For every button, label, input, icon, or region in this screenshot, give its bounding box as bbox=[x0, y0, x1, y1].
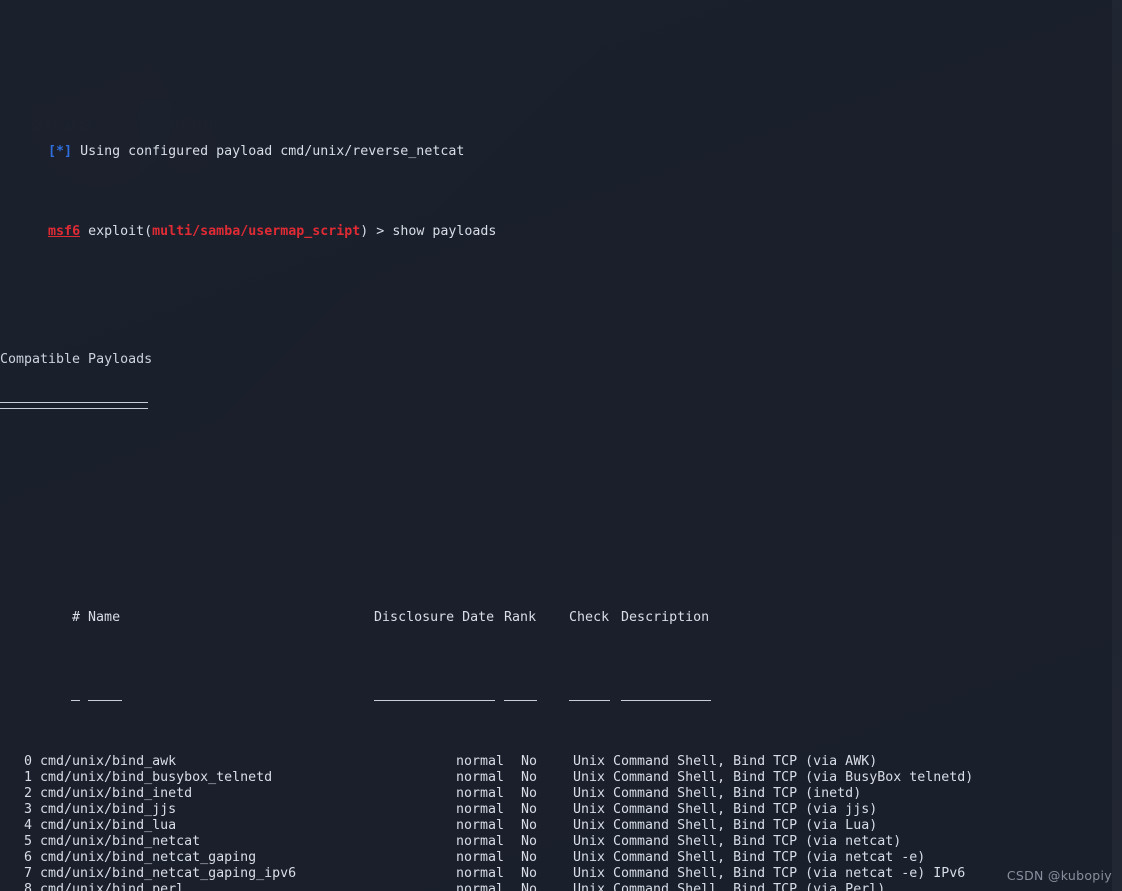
row-desc: Unix Command Shell, Bind TCP (via netcat… bbox=[573, 850, 926, 865]
row-num: 0 bbox=[23, 754, 32, 769]
row-num: 7 bbox=[23, 866, 32, 881]
prompt-exploit-open: exploit( bbox=[80, 224, 153, 239]
table-row[interactable]: 1 cmd/unix/bind_busybox_telnetd normal No Un… bbox=[0, 770, 1112, 786]
row-num: 3 bbox=[23, 802, 32, 817]
prompt-close: ) > bbox=[360, 224, 393, 239]
row-check: No bbox=[521, 786, 538, 801]
header-check: Check bbox=[569, 610, 610, 625]
prompt-user: msf6 bbox=[48, 224, 81, 239]
row-rank: normal bbox=[456, 770, 505, 785]
separator-check bbox=[569, 690, 611, 701]
row-check: No bbox=[521, 754, 538, 769]
status-text: Using configured payload cmd/unix/revers… bbox=[72, 144, 465, 159]
separator-rank bbox=[504, 690, 538, 701]
table-row[interactable]: 2 cmd/unix/bind_inetd normal No Unix Command… bbox=[0, 786, 1112, 802]
payload-table: 0 cmd/unix/bind_awk normal No Unix Command S… bbox=[0, 754, 1112, 891]
row-check: No bbox=[521, 770, 538, 785]
separator-name bbox=[88, 690, 123, 701]
separator-disclosure-date bbox=[374, 690, 496, 701]
row-rank: normal bbox=[456, 850, 505, 865]
row-name: cmd/unix/bind_netcat_gaping bbox=[40, 850, 257, 865]
row-name: cmd/unix/bind_netcat bbox=[40, 834, 201, 849]
table-row[interactable]: 0 cmd/unix/bind_awk normal No Unix Command S… bbox=[0, 754, 1112, 770]
row-rank: normal bbox=[456, 866, 505, 881]
row-check: No bbox=[521, 834, 538, 849]
header-disclosure-date: Disclosure Date bbox=[374, 610, 495, 625]
row-desc: Unix Command Shell, Bind TCP (via netcat… bbox=[573, 866, 966, 881]
status-line: [*] Using configured payload cmd/unix/re… bbox=[0, 128, 1112, 159]
status-marker-icon: [*] bbox=[48, 144, 73, 159]
row-desc: Unix Command Shell, Bind TCP (via AWK) bbox=[573, 754, 878, 769]
table-row[interactable]: 4 cmd/unix/bind_lua normal No Unix Command S… bbox=[0, 818, 1112, 834]
header-num: # bbox=[72, 610, 81, 625]
row-rank: normal bbox=[456, 882, 505, 891]
row-name: cmd/unix/bind_lua bbox=[40, 818, 177, 833]
terminal-output: msf6 exploit(multi/samba/usermap_script)… bbox=[0, 0, 1112, 891]
row-desc: Unix Command Shell, Bind TCP (via BusyBo… bbox=[573, 770, 974, 785]
row-name: cmd/unix/bind_awk bbox=[40, 754, 177, 769]
row-rank: normal bbox=[456, 802, 505, 817]
row-name: cmd/unix/bind_jjs bbox=[40, 802, 177, 817]
table-header-row: # Name Disclosure Date Rank Check Description bbox=[0, 594, 1112, 625]
row-name: cmd/unix/bind_netcat_gaping_ipv6 bbox=[40, 866, 297, 881]
watermark: CSDN @kubopiy bbox=[1006, 868, 1112, 883]
prompt-module-name: multi/samba/usermap_script bbox=[152, 224, 361, 239]
row-check: No bbox=[521, 818, 538, 833]
row-name: cmd/unix/bind_busybox_telnetd bbox=[40, 770, 273, 785]
header-name: Name bbox=[88, 610, 121, 625]
table-row[interactable]: 7 cmd/unix/bind_netcat_gaping_ipv6 normal N… bbox=[0, 866, 1112, 882]
row-desc: Unix Command Shell, Bind TCP (via jjs) bbox=[573, 802, 878, 817]
row-rank: normal bbox=[456, 754, 505, 769]
scrollback-partial-line: msf6 exploit(multi/samba/usermap_script)… bbox=[0, 56, 1112, 64]
header-description: Description bbox=[621, 610, 710, 625]
table-row[interactable]: 3 cmd/unix/bind_jjs normal No Unix Command S… bbox=[0, 802, 1112, 818]
row-num: 5 bbox=[23, 834, 32, 849]
row-num: 2 bbox=[23, 786, 32, 801]
separator-description bbox=[621, 690, 712, 701]
row-check: No bbox=[521, 866, 538, 881]
row-check: No bbox=[521, 802, 538, 817]
row-num: 1 bbox=[23, 770, 32, 785]
row-rank: normal bbox=[456, 834, 505, 849]
separator-num bbox=[71, 690, 81, 701]
row-num: 6 bbox=[23, 850, 32, 865]
row-desc: Unix Command Shell, Bind TCP (via netcat… bbox=[573, 834, 902, 849]
table-row[interactable]: 5 cmd/unix/bind_netcat normal No Unix Comman… bbox=[0, 834, 1112, 850]
row-name: cmd/unix/bind_inetd bbox=[40, 786, 193, 801]
row-desc: Unix Command Shell, Bind TCP (via Lua) bbox=[573, 818, 878, 833]
header-rank: Rank bbox=[504, 610, 537, 625]
section-title: Compatible Payloads bbox=[0, 352, 153, 367]
row-name: cmd/unix/bind_perl bbox=[40, 882, 185, 891]
table-header-separator-row bbox=[0, 674, 1112, 701]
row-num: 4 bbox=[23, 818, 32, 833]
row-check: No bbox=[521, 882, 538, 891]
command-show-payloads: show payloads bbox=[392, 224, 497, 239]
row-check: No bbox=[521, 850, 538, 865]
section-title-rule bbox=[0, 402, 1112, 418]
prompt-line-show-payloads: msf6 exploit(multi/samba/usermap_script)… bbox=[0, 208, 1112, 239]
row-num: 8 bbox=[23, 882, 32, 891]
table-row[interactable]: 8 cmd/unix/bind_perl normal No Unix Command … bbox=[0, 882, 1112, 891]
row-desc: Unix Command Shell, Bind TCP (inetd) bbox=[573, 786, 862, 801]
table-row[interactable]: 6 cmd/unix/bind_netcat_gaping normal No Unix… bbox=[0, 850, 1112, 866]
row-desc: Unix Command Shell, Bind TCP (via Perl) bbox=[573, 882, 886, 891]
row-rank: normal bbox=[456, 786, 505, 801]
row-rank: normal bbox=[456, 818, 505, 833]
terminal-window[interactable]: msf6 exploit(multi/samba/usermap_script)… bbox=[0, 0, 1112, 891]
